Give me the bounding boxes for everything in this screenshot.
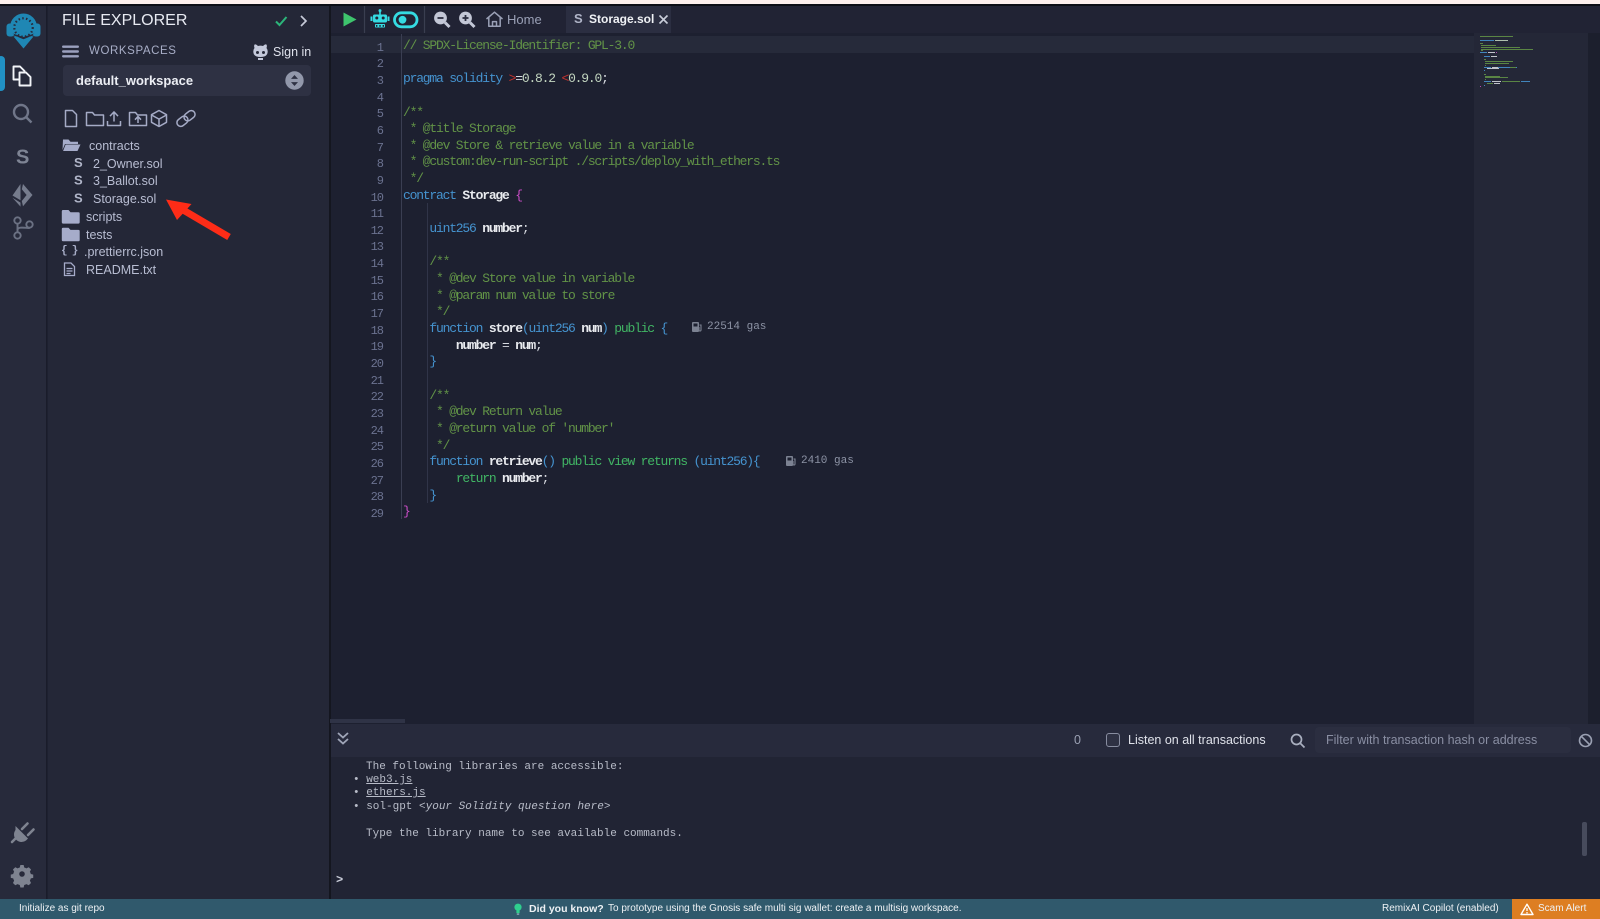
- svg-text:S: S: [74, 155, 83, 170]
- svg-text:S: S: [74, 173, 83, 188]
- svg-text:S: S: [74, 190, 83, 205]
- svg-text:S: S: [574, 11, 583, 26]
- svg-text:S: S: [16, 147, 29, 169]
